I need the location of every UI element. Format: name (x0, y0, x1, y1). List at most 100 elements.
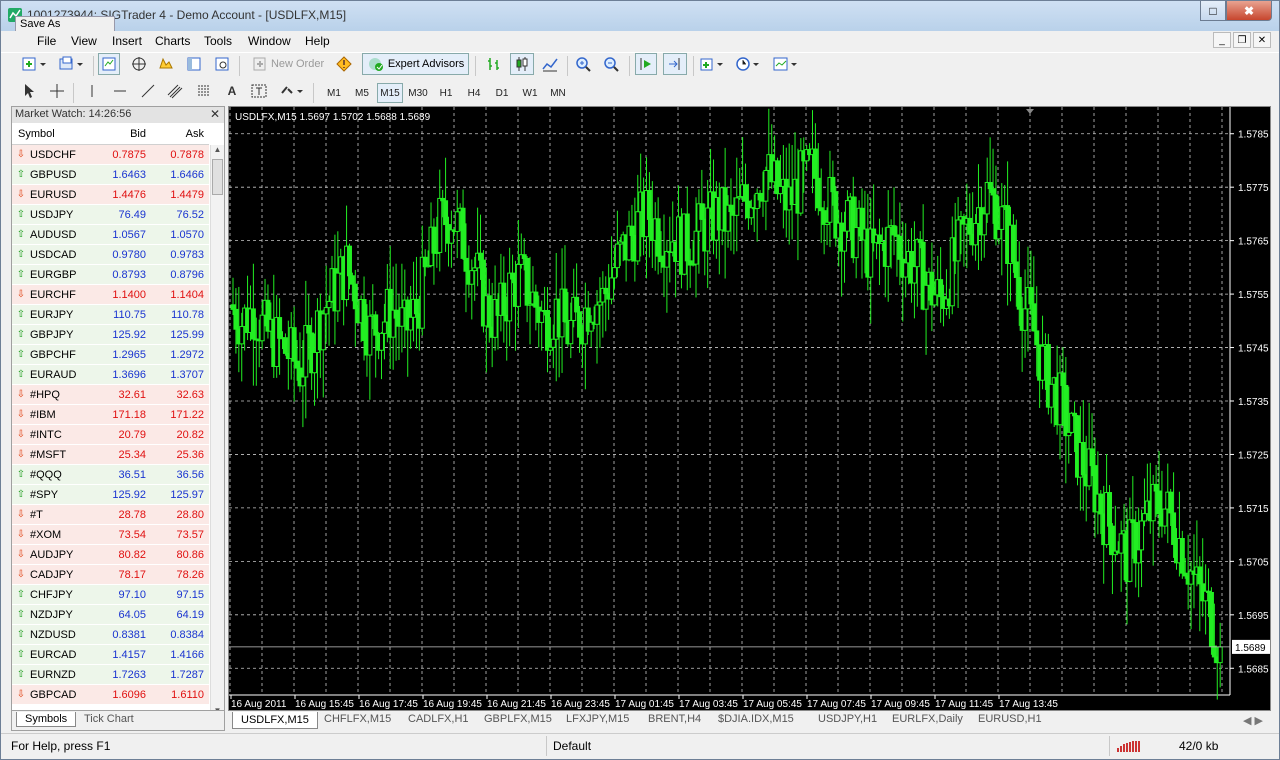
market-watch-row[interactable]: ⇧ USDJPY 76.49 76.52 (12, 205, 209, 225)
chart-tab[interactable]: USDJPY,H1 (818, 713, 877, 725)
expert-advisors-button[interactable]: Expert Advisors (362, 53, 469, 75)
market-watch-row[interactable]: ⇩ #INTC 20.79 20.82 (12, 425, 209, 445)
scroll-thumb[interactable] (212, 159, 223, 195)
new-chart-icon[interactable] (19, 53, 49, 75)
menu-charts[interactable]: Charts (155, 34, 190, 48)
chart-tab[interactable]: CADLFX,H1 (408, 713, 469, 725)
col-bid[interactable]: Bid (94, 128, 149, 140)
indicators-icon[interactable] (698, 53, 728, 75)
timeframe-m15[interactable]: M15 (377, 83, 403, 103)
terminal-icon[interactable] (183, 53, 205, 75)
market-watch-row[interactable]: ⇩ CADJPY 78.17 78.26 (12, 565, 209, 585)
market-watch-row[interactable]: ⇧ EURGBP 0.8793 0.8796 (12, 265, 209, 285)
market-watch-row[interactable]: ⇩ EURUSD 1.4476 1.4479 (12, 185, 209, 205)
market-watch-toggle-icon[interactable] (98, 53, 120, 75)
timeframe-m1[interactable]: M1 (321, 83, 347, 103)
timeframe-d1[interactable]: D1 (489, 83, 515, 103)
vertical-line-icon[interactable] (83, 80, 101, 102)
navigator-icon[interactable] (128, 53, 150, 75)
mdi-restore-button[interactable]: ❐ (1233, 32, 1251, 48)
market-watch-row[interactable]: ⇩ #MSFT 25.34 25.36 (12, 445, 209, 465)
menu-window[interactable]: Window (248, 34, 291, 48)
chart-tab[interactable]: EURLFX,Daily (892, 713, 963, 725)
market-watch-row[interactable]: ⇩ AUDJPY 80.82 80.86 (12, 545, 209, 565)
col-symbol[interactable]: Symbol (12, 128, 94, 140)
timeframe-m5[interactable]: M5 (349, 83, 375, 103)
menu-tools[interactable]: Tools (204, 34, 232, 48)
market-watch-row[interactable]: ⇧ #QQQ 36.51 36.56 (12, 465, 209, 485)
chart-tab[interactable]: GBPLFX,M15 (484, 713, 552, 725)
text-tool-icon[interactable]: A (223, 80, 241, 102)
close-button[interactable]: ✖ (1226, 1, 1272, 21)
scroll-up-icon[interactable]: ▲ (211, 145, 224, 154)
market-watch-row[interactable]: ⇩ #XOM 73.54 73.57 (12, 525, 209, 545)
metaeditor-icon[interactable] (334, 53, 354, 75)
maximize-button[interactable]: □ (1200, 1, 1226, 21)
market-watch-row[interactable]: ⇧ AUDUSD 1.0567 1.0570 (12, 225, 209, 245)
horizontal-line-icon[interactable] (111, 80, 129, 102)
market-watch-row[interactable]: ⇧ #SPY 125.92 125.97 (12, 485, 209, 505)
line-chart-icon[interactable] (539, 53, 561, 75)
tab-symbols[interactable]: Symbols (16, 712, 77, 727)
trendline-icon[interactable] (139, 80, 157, 102)
mdi-minimize-button[interactable]: _ (1213, 32, 1231, 48)
crosshair-icon[interactable] (47, 80, 67, 102)
cursor-icon[interactable] (19, 80, 39, 102)
auto-scroll-icon[interactable] (635, 53, 657, 75)
chart-tab[interactable]: USDLFX,M15 (232, 712, 318, 729)
chart-tab[interactable]: LFXJPY,M15 (566, 713, 629, 725)
market-watch-scrollbar[interactable]: ▲ ▼ (210, 145, 224, 715)
timeframe-m30[interactable]: M30 (405, 83, 431, 103)
arrows-icon[interactable] (277, 80, 307, 102)
market-watch-row[interactable]: ⇧ USDCAD 0.9780 0.9783 (12, 245, 209, 265)
market-watch-row[interactable]: ⇩ EURCHF 1.1400 1.1404 (12, 285, 209, 305)
market-watch-row[interactable]: ⇩ USDCHF 0.7875 0.7878 (12, 145, 209, 165)
market-watch-row[interactable]: ⇩ #IBM 171.18 171.22 (12, 405, 209, 425)
menu-help[interactable]: Help (305, 34, 330, 48)
market-watch-row[interactable]: ⇩ #HPQ 32.61 32.63 (12, 385, 209, 405)
market-watch-row[interactable]: ⇧ GBPCHF 1.2965 1.2972 (12, 345, 209, 365)
zoom-in-icon[interactable] (572, 53, 594, 75)
market-watch-row[interactable]: ⇧ EURAUD 1.3696 1.3707 (12, 365, 209, 385)
equidistant-channel-icon[interactable] (165, 80, 185, 102)
timeframe-h4[interactable]: H4 (461, 83, 487, 103)
chart-tabs-scroll-icon[interactable]: ◀ ▶ (1243, 714, 1263, 727)
chart-tab[interactable]: EURUSD,H1 (978, 713, 1042, 725)
strategy-tester-icon[interactable] (211, 53, 233, 75)
market-watch-row[interactable]: ⇧ NZDUSD 0.8381 0.8384 (12, 625, 209, 645)
market-watch-row[interactable]: ⇧ EURNZD 1.7263 1.7287 (12, 665, 209, 685)
market-watch-row[interactable]: ⇧ CHFJPY 97.10 97.15 (12, 585, 209, 605)
menu-view[interactable]: View (71, 34, 97, 48)
col-ask[interactable]: Ask (149, 128, 207, 140)
templates-icon[interactable] (771, 53, 801, 75)
timeframe-w1[interactable]: W1 (517, 83, 543, 103)
periods-icon[interactable] (734, 53, 764, 75)
menu-file[interactable]: File (37, 34, 56, 48)
chart-shift-icon[interactable] (663, 53, 687, 75)
bar-chart-icon[interactable] (483, 53, 505, 75)
timeframe-mn[interactable]: MN (545, 83, 571, 103)
chart-tab[interactable]: $DJIA.IDX,M15 (718, 713, 794, 725)
market-watch-row[interactable]: ⇩ #T 28.78 28.80 (12, 505, 209, 525)
market-watch-row[interactable]: ⇩ GBPCAD 1.6096 1.6110 (12, 685, 209, 705)
candlestick-chart-icon[interactable] (510, 53, 534, 75)
menu-insert[interactable]: Insert (112, 34, 142, 48)
text-label-icon[interactable] (249, 80, 269, 102)
chart-tab[interactable]: CHFLFX,M15 (324, 713, 391, 725)
market-watch-row[interactable]: ⇧ NZDJPY 64.05 64.19 (12, 605, 209, 625)
new-order-button[interactable]: New Order (245, 53, 331, 75)
market-watch-row[interactable]: ⇧ GBPJPY 125.92 125.99 (12, 325, 209, 345)
zoom-out-icon[interactable] (600, 53, 622, 75)
chart-window[interactable]: 1.5785 1.5775 1.5765 1.5755 1.5745 1.5735 1.57… (228, 106, 1271, 711)
market-watch-row[interactable]: ⇧ GBPUSD 1.6463 1.6466 (12, 165, 209, 185)
fibonacci-icon[interactable] (194, 80, 214, 102)
mdi-close-button[interactable]: ✕ (1253, 32, 1271, 48)
data-window-icon[interactable] (155, 53, 177, 75)
timeframe-h1[interactable]: H1 (433, 83, 459, 103)
market-watch-row[interactable]: ⇧ EURJPY 110.75 110.78 (12, 305, 209, 325)
save-as-label[interactable]: Save As (15, 16, 115, 32)
close-icon[interactable]: ✕ (210, 107, 220, 121)
market-watch-row[interactable]: ⇧ EURCAD 1.4157 1.4166 (12, 645, 209, 665)
tab-tick-chart[interactable]: Tick Chart (76, 712, 142, 726)
candlestick-chart[interactable]: 1.5785 1.5775 1.5765 1.5755 1.5745 1.5735 1.57… (229, 107, 1270, 710)
